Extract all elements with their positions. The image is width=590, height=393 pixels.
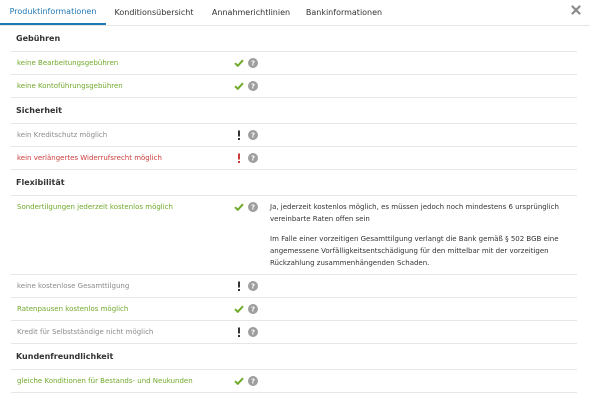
product-info-panel: Produktinformationen Konditionsübersicht… [0, 0, 590, 393]
info-icon[interactable]: ? [247, 152, 258, 163]
check-icon [233, 303, 245, 315]
svg-text:?: ? [250, 203, 254, 211]
info-icon[interactable]: ? [247, 326, 258, 337]
check-icon [233, 80, 245, 92]
feature-label: Kredit für Selbstständige nicht möglich [17, 328, 154, 336]
info-icon[interactable]: ? [247, 280, 258, 291]
tab-annahmerichtlinien[interactable]: Annahmerichtlinien [202, 0, 300, 25]
feature-row: kein verlängertes Widerrufsrecht möglich… [11, 147, 577, 170]
feature-label: Ratenpausen kostenlos möglich [17, 305, 129, 313]
feature-row: kein Kreditschutz möglich ? [11, 124, 577, 147]
section-title-gebuehren: Gebühren [11, 26, 577, 52]
exclamation-icon [233, 129, 245, 141]
section-title-flexibilitaet: Flexibilität [11, 170, 577, 196]
feature-row-expanded: Sondertilgungen jederzeit kostenlos mögl… [11, 196, 577, 275]
exclamation-icon [233, 152, 245, 164]
svg-text:?: ? [250, 305, 254, 313]
feature-label: gleiche Konditionen für Bestands- und Ne… [17, 377, 193, 385]
svg-text:?: ? [250, 282, 254, 290]
info-icon[interactable]: ? [247, 303, 258, 314]
feature-row: Ratenpausen kostenlos möglich ? [11, 298, 577, 321]
check-icon [233, 57, 245, 69]
svg-text:?: ? [250, 82, 254, 90]
section-title-sicherheit: Sicherheit [11, 98, 577, 124]
exclamation-icon [233, 280, 245, 292]
svg-text:?: ? [250, 59, 254, 67]
detail-paragraph: Ja, jederzeit kostenlos möglich, es müss… [270, 203, 559, 223]
section-title-kundenfreundlichkeit: Kundenfreundlichkeit [11, 344, 577, 370]
detail-paragraph: Im Falle einer vorzeitigen Gesamttilgung… [270, 235, 559, 267]
check-icon [233, 375, 245, 387]
info-icon[interactable]: ? [247, 375, 258, 386]
close-button[interactable] [568, 2, 584, 18]
info-icon[interactable]: ? [247, 129, 258, 140]
tab-produktinformationen[interactable]: Produktinformationen [0, 0, 106, 25]
feature-row: keine kostenlose Gesamttilgung ? [11, 275, 577, 298]
feature-label: keine Kontoführungsgebühren [17, 82, 123, 90]
feature-label: keine Bearbeitungsgebühren [17, 59, 119, 67]
feature-label: kein Kreditschutz möglich [17, 131, 108, 139]
svg-text:?: ? [250, 328, 254, 336]
exclamation-icon [233, 326, 245, 338]
svg-text:?: ? [250, 154, 254, 162]
tab-bankinformationen[interactable]: Bankinformationen [300, 0, 388, 25]
feature-label: kein verlängertes Widerrufsrecht möglich [17, 154, 162, 162]
feature-row: keine Kontoführungsgebühren ? [11, 75, 577, 98]
feature-label: Sondertilgungen jederzeit kostenlos mögl… [17, 203, 173, 211]
feature-row: gleiche Konditionen für Bestands- und Ne… [11, 370, 577, 393]
check-icon [233, 201, 245, 213]
info-icon[interactable]: ? [247, 201, 258, 212]
tab-bar: Produktinformationen Konditionsübersicht… [0, 0, 590, 25]
feature-label: keine kostenlose Gesamttilgung [17, 282, 130, 290]
svg-text:?: ? [250, 131, 254, 139]
close-icon [571, 5, 581, 15]
content-area: Gebühren keine Bearbeitungsgebühren ? ke… [11, 26, 577, 393]
feature-row: keine Bearbeitungsgebühren ? [11, 52, 577, 75]
feature-row: Kredit für Selbstständige nicht möglich … [11, 321, 577, 344]
feature-detail: Ja, jederzeit kostenlos möglich, es müss… [270, 201, 570, 277]
info-icon[interactable]: ? [247, 57, 258, 68]
info-icon[interactable]: ? [247, 80, 258, 91]
tab-konditionsuebersicht[interactable]: Konditionsübersicht [106, 0, 202, 25]
